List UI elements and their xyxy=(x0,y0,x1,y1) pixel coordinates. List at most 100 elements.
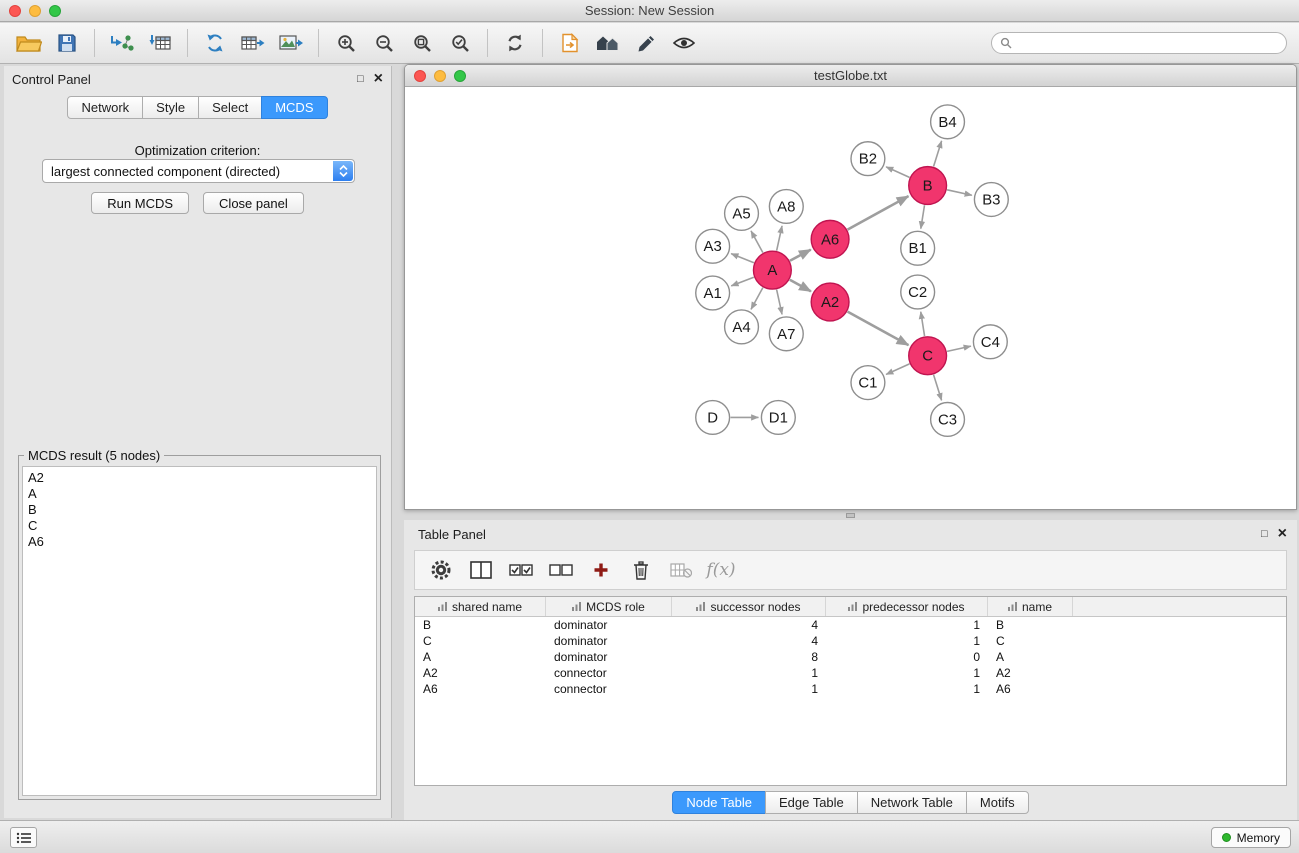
zoom-out-button[interactable] xyxy=(365,26,403,60)
memory-button[interactable]: Memory xyxy=(1211,827,1291,848)
close-panel-button[interactable]: Close panel xyxy=(203,192,304,214)
graph-node-A5[interactable]: A5 xyxy=(725,196,759,230)
minimize-network-button[interactable] xyxy=(434,70,446,82)
graph-edge-A-A7[interactable] xyxy=(777,290,782,315)
run-mcds-button[interactable]: Run MCDS xyxy=(91,192,189,214)
tab-network[interactable]: Network xyxy=(67,96,143,119)
tab-node-table[interactable]: Node Table xyxy=(672,791,766,814)
column-header-predecessor-nodes[interactable]: predecessor nodes xyxy=(826,597,988,616)
save-session-button[interactable] xyxy=(48,26,86,60)
network-canvas[interactable]: B4B2BB3A5A8A6B1A3AC2A1A2A4A7C4CC1C3DD1 xyxy=(406,88,1295,508)
graph-edge-A-A6[interactable] xyxy=(790,250,811,261)
graph-node-C1[interactable]: C1 xyxy=(851,366,885,400)
graph-node-A2[interactable]: A2 xyxy=(811,283,849,321)
graph-edge-A-A4[interactable] xyxy=(751,288,763,310)
delete-column-button[interactable] xyxy=(627,556,655,584)
import-table-button[interactable] xyxy=(141,26,179,60)
graph-node-D[interactable]: D xyxy=(696,401,730,435)
close-network-button[interactable] xyxy=(414,70,426,82)
graph-node-B1[interactable]: B1 xyxy=(901,231,935,265)
column-header-name[interactable]: name xyxy=(988,597,1073,616)
select-all-columns-button[interactable] xyxy=(507,556,535,584)
zoom-fit-button[interactable] xyxy=(403,26,441,60)
add-column-button[interactable] xyxy=(587,556,615,584)
table-row[interactable]: Bdominator41B xyxy=(415,617,1286,633)
graph-edge-B-B1[interactable] xyxy=(921,205,925,228)
open-session-button[interactable] xyxy=(10,26,48,60)
tab-edge-table[interactable]: Edge Table xyxy=(765,791,858,814)
graph-node-B[interactable]: B xyxy=(909,167,947,205)
table-row[interactable]: A2connector11A2 xyxy=(415,665,1286,681)
zoom-window-button[interactable] xyxy=(49,5,61,17)
mcds-result-item[interactable]: B xyxy=(28,502,371,518)
graph-edge-A6-B[interactable] xyxy=(848,196,909,230)
tab-motifs[interactable]: Motifs xyxy=(966,791,1029,814)
graph-edge-A-A2[interactable] xyxy=(790,280,811,292)
graph-node-A3[interactable]: A3 xyxy=(696,229,730,263)
close-panel-icon[interactable]: × xyxy=(374,71,383,87)
graph-edge-C-C2[interactable] xyxy=(921,312,925,336)
mcds-result-item[interactable]: C xyxy=(28,518,371,534)
network-overview-button[interactable] xyxy=(589,26,627,60)
search-field[interactable] xyxy=(991,32,1287,54)
graph-edge-A-A8[interactable] xyxy=(777,226,782,251)
close-table-panel-icon[interactable]: × xyxy=(1278,526,1287,542)
graph-edge-C-C3[interactable] xyxy=(934,375,942,401)
column-header-successor-nodes[interactable]: successor nodes xyxy=(672,597,826,616)
graph-node-A4[interactable]: A4 xyxy=(725,310,759,344)
zoom-network-button[interactable] xyxy=(454,70,466,82)
mcds-result-list[interactable]: A2ABCA6 xyxy=(22,466,377,796)
deselect-all-columns-button[interactable] xyxy=(547,556,575,584)
graph-node-A6[interactable]: A6 xyxy=(811,220,849,258)
graph-node-B4[interactable]: B4 xyxy=(931,105,965,139)
mcds-result-item[interactable]: A xyxy=(28,486,371,502)
graph-node-B3[interactable]: B3 xyxy=(974,183,1008,217)
table-settings-button[interactable] xyxy=(427,556,455,584)
network-window-titlebar[interactable]: testGlobe.txt xyxy=(405,65,1296,87)
graph-node-A7[interactable]: A7 xyxy=(769,317,803,351)
show-columns-button[interactable] xyxy=(467,556,495,584)
graph-node-C4[interactable]: C4 xyxy=(973,325,1007,359)
graph-edge-B-B4[interactable] xyxy=(934,141,942,167)
graphics-details-button[interactable] xyxy=(627,26,665,60)
column-header-shared-name[interactable]: shared name xyxy=(415,597,546,616)
float-panel-icon[interactable]: □ xyxy=(357,74,364,85)
export-network-button[interactable] xyxy=(196,26,234,60)
graph-edge-A-A1[interactable] xyxy=(731,277,754,286)
task-history-button[interactable] xyxy=(10,827,37,848)
split-pane-handle[interactable] xyxy=(846,513,855,518)
zoom-in-button[interactable] xyxy=(327,26,365,60)
close-window-button[interactable] xyxy=(9,5,21,17)
mcds-result-item[interactable]: A2 xyxy=(28,470,371,486)
graph-edge-C-C4[interactable] xyxy=(947,346,971,351)
tab-network-table[interactable]: Network Table xyxy=(857,791,967,814)
tab-mcds[interactable]: MCDS xyxy=(261,96,327,119)
import-network-button[interactable] xyxy=(103,26,141,60)
zoom-selected-button[interactable] xyxy=(441,26,479,60)
function-builder-button[interactable]: f(x) xyxy=(707,556,735,584)
mcds-result-item[interactable]: A6 xyxy=(28,534,371,550)
show-hide-button[interactable] xyxy=(665,26,703,60)
graph-node-A8[interactable]: A8 xyxy=(769,190,803,224)
export-table-button[interactable] xyxy=(234,26,272,60)
graph-edge-A2-C[interactable] xyxy=(848,312,909,346)
search-input[interactable] xyxy=(1017,36,1278,50)
graph-node-C3[interactable]: C3 xyxy=(931,403,965,437)
graph-node-A[interactable]: A xyxy=(753,251,791,289)
column-header-MCDS-role[interactable]: MCDS role xyxy=(546,597,672,616)
graph-node-C2[interactable]: C2 xyxy=(901,275,935,309)
refresh-layout-button[interactable] xyxy=(496,26,534,60)
graph-edge-B-B3[interactable] xyxy=(947,190,972,195)
open-session-file-button[interactable] xyxy=(551,26,589,60)
graph-node-A1[interactable]: A1 xyxy=(696,276,730,310)
graph-node-B2[interactable]: B2 xyxy=(851,142,885,176)
float-table-panel-icon[interactable]: □ xyxy=(1261,529,1268,540)
optimization-criterion-select[interactable]: largest connected component (directed) xyxy=(42,159,355,183)
graph-edge-B-B2[interactable] xyxy=(886,167,909,178)
graph-edge-A-A5[interactable] xyxy=(751,231,763,253)
minimize-window-button[interactable] xyxy=(29,5,41,17)
delete-table-button[interactable] xyxy=(667,556,695,584)
graph-node-D1[interactable]: D1 xyxy=(761,401,795,435)
tab-style[interactable]: Style xyxy=(142,96,199,119)
table-row[interactable]: Adominator80A xyxy=(415,649,1286,665)
